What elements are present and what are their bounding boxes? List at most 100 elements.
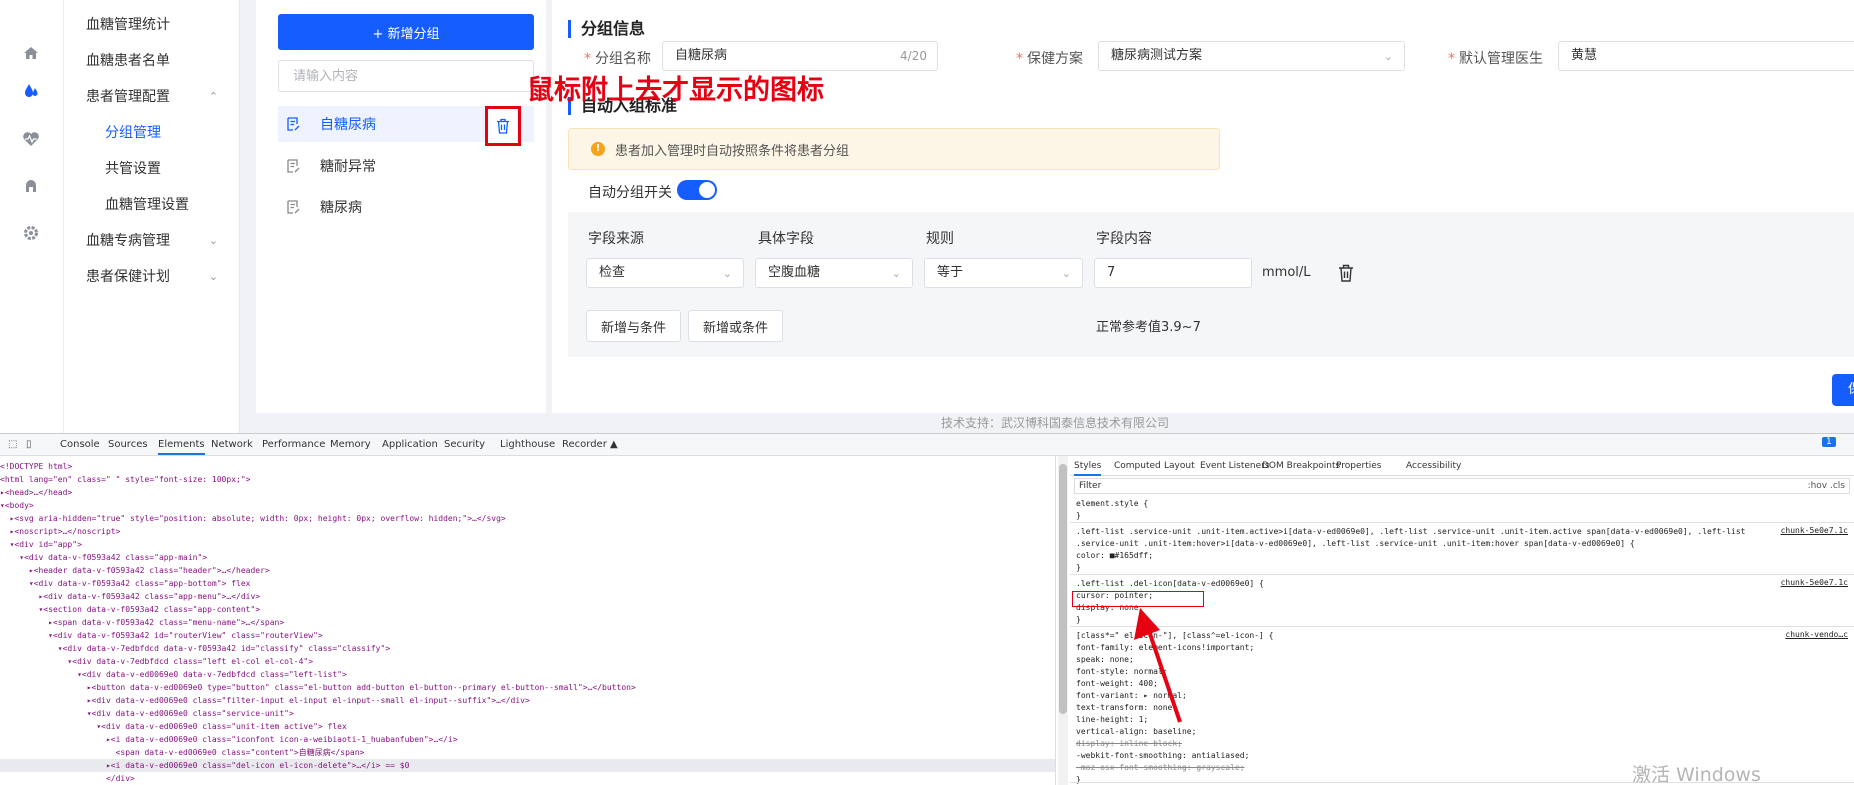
devtools-tab-memory[interactable]: Memory [330,439,371,450]
search-input[interactable] [278,60,534,92]
menu-item-care-plan[interactable]: 患者保健计划 ⌄ [64,261,240,293]
styles-tab[interactable]: Layout [1164,461,1195,471]
care-plan-select[interactable]: 糖尿病测试方案 ⌄ [1098,41,1405,71]
css-line[interactable]: .left-list .del-icon[data-v-ed0069e0] { [1076,578,1264,590]
dom-node-line[interactable]: ▸<i data-v-ed0069e0 class="del-icon el-i… [0,759,1055,772]
devtools-tab-sources[interactable]: Sources [108,439,148,450]
css-source-link[interactable]: chunk-5e0e7.1c [1781,578,1848,587]
dom-node-line[interactable]: ▾<div id="app"> [0,538,1055,551]
dom-node-line[interactable]: ▸<svg aria-hidden="true" style="position… [0,512,1055,525]
css-line[interactable]: element.style { [1076,498,1148,510]
menu-item-glucose-stats[interactable]: 血糖管理统计 [64,9,240,41]
dom-node-line[interactable]: ▸<div data-v-ed0069e0 class="filter-inpu… [0,694,1055,707]
css-line[interactable]: font-weight: 400; [1076,678,1158,690]
dom-node-line[interactable]: ▾<div data-v-f0593a42 class="app-main"> [0,551,1055,564]
dom-node-line[interactable]: <html lang="en" class=" " style="font-si… [0,473,1055,486]
dom-node-line[interactable]: ▾<div data-v-7edbfdcd data-v-f0593a42 id… [0,642,1055,655]
default-doctor-select[interactable]: 黄慧 [1558,41,1854,71]
devtools-tab-application[interactable]: Application [382,439,438,450]
delete-condition-icon[interactable] [1338,264,1354,286]
hov-cls-toggles[interactable]: :hov .cls [1808,479,1845,493]
dom-node-line[interactable]: ▾<div data-v-7edbfdcd class="left el-col… [0,655,1055,668]
css-line[interactable]: font-family: element-icons!important; [1076,642,1254,654]
devtools-tab-recorder[interactable]: Recorder ▲ [562,439,618,450]
field-content-input[interactable]: 7 [1094,258,1252,288]
dom-node-line[interactable]: ▸<noscript>…</noscript> [0,525,1055,538]
css-line[interactable]: } [1076,510,1081,522]
field-source-select[interactable]: 检查 ⌄ [586,258,744,288]
css-source-link[interactable]: chunk-5e0e7.1c [1781,526,1848,535]
inspect-icon[interactable]: ⬚ [8,439,17,450]
dom-node-line[interactable]: ▾<div data-v-ed0069e0 class="service-uni… [0,707,1055,720]
monitor-icon[interactable] [18,173,44,199]
devtools-tab-network[interactable]: Network [211,439,253,450]
styles-tab[interactable]: Properties [1336,461,1381,471]
dom-node-line[interactable]: ▸<head>…</head> [0,486,1055,499]
delete-icon[interactable] [485,106,521,146]
devtools-tab-elements[interactable]: Elements [158,439,205,455]
group-name-input[interactable]: 自糖尿病 4/20 [662,41,938,71]
elements-scrollbar[interactable] [1058,456,1068,785]
css-line[interactable]: } [1076,614,1081,626]
group-item[interactable]: 糖尿病 [278,189,534,225]
dom-node-line[interactable]: ▾<div data-v-ed0069e0 data-v-7edbfdcd cl… [0,668,1055,681]
styles-tab[interactable]: Accessibility [1406,461,1461,471]
field-select[interactable]: 空腹血糖 ⌄ [755,258,913,288]
dom-node-line[interactable]: ▾<div data-v-f0593a42 id="routerView" cl… [0,629,1055,642]
group-item[interactable]: 糖耐异常 [278,148,534,184]
device-toggle-icon[interactable]: ▯ [26,439,32,450]
styles-tab[interactable]: DOM Breakpoints [1262,461,1340,471]
css-line[interactable]: vertical-align: baseline; [1076,726,1196,738]
heart-pulse-icon[interactable] [18,126,44,152]
devtools-tab-security[interactable]: Security [444,439,485,450]
css-line[interactable]: } [1076,562,1081,574]
css-line[interactable]: .left-list .service-unit .unit-item.acti… [1076,526,1745,538]
dom-node-line[interactable]: <span data-v-ed0069e0 class="content">自糖… [0,746,1055,759]
css-line[interactable]: display: inline-block; [1076,738,1182,750]
css-line[interactable]: } [1076,774,1081,785]
css-line[interactable]: [class*=" el-icon-"], [class^=el-icon-] … [1076,630,1273,642]
scrollbar-thumb[interactable] [1059,464,1067,714]
dom-node-line[interactable]: ▾<section data-v-f0593a42 class="app-con… [0,603,1055,616]
dom-node-line[interactable]: ▸<span data-v-f0593a42 class="menu-name"… [0,616,1055,629]
css-line[interactable]: -webkit-font-smoothing: antialiased; [1076,750,1249,762]
auto-group-switch[interactable] [677,180,717,200]
devtools-tab-console[interactable]: Console [60,439,100,450]
dom-node-line[interactable]: ▾<div data-v-ed0069e0 class="unit-item a… [0,720,1055,733]
css-line[interactable]: speak: none; [1076,654,1134,666]
add-and-condition-button[interactable]: 新增与条件 [586,310,682,342]
css-line[interactable]: .service-unit .unit-item:hover>i[data-v-… [1076,538,1635,550]
add-group-button[interactable]: + 新增分组 [278,14,534,50]
devtools-tab-lighthouse[interactable]: Lighthouse [500,439,555,450]
dom-node-line[interactable]: ▸<i data-v-ed0069e0 class="iconfont icon… [0,733,1055,746]
add-or-condition-button[interactable]: 新增或条件 [688,310,784,342]
css-line[interactable]: text-transform: none; [1076,702,1177,714]
menu-item-group-management[interactable]: 分组管理 [64,117,240,149]
message-count-badge[interactable]: 1 [1822,437,1836,447]
dom-node-line[interactable]: ▸<header data-v-f0593a42 class="header">… [0,564,1055,577]
css-line[interactable]: line-height: 1; [1076,714,1148,726]
styles-filter-input[interactable]: Filter:hov .cls [1074,478,1850,494]
styles-tab[interactable]: Styles [1074,461,1102,476]
blood-drop-icon[interactable] [18,78,44,104]
menu-item-special-disease[interactable]: 血糖专病管理 ⌄ [64,225,240,257]
home-icon[interactable] [18,40,44,66]
menu-item-glucose-settings[interactable]: 血糖管理设置 [64,189,240,221]
dom-node-line[interactable]: ▾<div data-v-f0593a42 class="app-bottom"… [0,577,1055,590]
dom-node-line[interactable]: ▸<div data-v-f0593a42 class="app-menu">…… [0,590,1055,603]
dom-node-line[interactable]: <!DOCTYPE html> [0,460,1055,473]
rule-select[interactable]: 等于 ⌄ [924,258,1083,288]
css-line[interactable]: font-style: normal; [1076,666,1168,678]
css-line[interactable]: font-variant: ▸ normal; [1076,690,1187,702]
menu-item-patient-list[interactable]: 血糖患者名单 [64,45,240,77]
dom-node-line[interactable]: ▸<button data-v-ed0069e0 type="button" c… [0,681,1055,694]
styles-tab[interactable]: Computed [1114,461,1161,471]
menu-item-patient-config[interactable]: 患者管理配置 ⌃ [64,81,240,113]
css-line[interactable]: -moz-osx-font-smoothing: grayscale; [1076,762,1245,774]
css-source-link[interactable]: chunk-vendo…c [1785,630,1848,639]
devtools-tab-performance[interactable]: Performance [262,439,325,450]
css-line[interactable]: color: ■#165dff; [1076,550,1153,562]
dom-node-line[interactable]: ▾<body> [0,499,1055,512]
gear-icon[interactable] [18,220,44,246]
dom-node-line[interactable]: </div> [0,772,1055,785]
